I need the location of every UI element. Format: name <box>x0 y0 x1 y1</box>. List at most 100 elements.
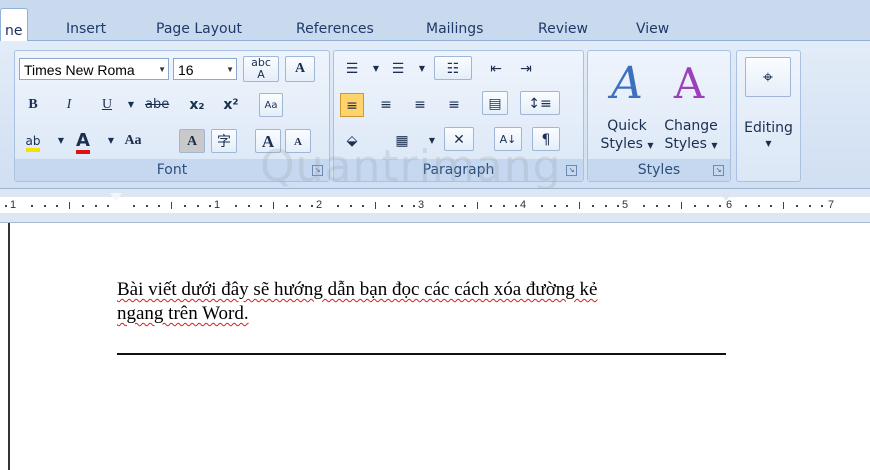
ruler-tick <box>553 205 556 207</box>
chevron-down-icon[interactable]: ▼ <box>99 129 123 153</box>
chevron-down-icon[interactable]: ▼ <box>364 57 388 81</box>
italic-button[interactable]: I <box>57 93 81 117</box>
document-body[interactable]: Bài viết dưới đây sẽ hướng dẫn bạn đọc c… <box>117 278 737 326</box>
ruler-tick <box>489 205 492 207</box>
ruler-number: 7 <box>828 199 835 211</box>
ruler-tick <box>808 205 811 207</box>
align-center-icon[interactable]: ≡ <box>374 93 398 117</box>
ruler-tick <box>30 205 33 207</box>
ruler-number: 3 <box>418 199 425 211</box>
change-styles-label-2[interactable]: Styles ▼ <box>658 135 724 153</box>
ruler-tick <box>540 205 543 207</box>
font-name-combo[interactable]: Times New Roma ▼ <box>19 58 169 80</box>
character-border-button[interactable]: A <box>285 56 315 82</box>
ruler-tick <box>349 205 352 207</box>
ruler-tick <box>438 205 441 207</box>
ruler-tick <box>43 205 46 207</box>
first-line-indent-marker[interactable] <box>110 193 122 201</box>
bullets-icon[interactable]: ☰ <box>340 57 364 81</box>
ruler-tick <box>642 205 645 207</box>
document-page[interactable] <box>8 223 870 470</box>
dialog-launcher-icon[interactable]: ↘ <box>566 165 577 176</box>
subscript-button[interactable]: x₂ <box>185 93 209 117</box>
chevron-down-icon: ▼ <box>647 141 654 150</box>
chevron-down-icon[interactable]: ▼ <box>158 59 166 81</box>
chevron-down-icon[interactable]: ▼ <box>737 137 800 151</box>
tab-home[interactable]: ne <box>0 8 28 41</box>
chevron-down-icon: ▼ <box>711 141 718 150</box>
ruler-tick <box>69 202 70 209</box>
increase-indent-icon[interactable]: ⇥ <box>514 57 538 81</box>
ruler-tick <box>464 205 467 207</box>
line-spacing-icon[interactable]: ↕≡ <box>520 91 560 115</box>
align-right-icon[interactable]: ≡ <box>408 93 432 117</box>
horizontal-line[interactable] <box>117 353 726 355</box>
quick-styles-label-2[interactable]: Styles ▼ <box>596 135 658 153</box>
ruler-number: 2 <box>316 199 323 211</box>
chevron-down-icon[interactable]: ▼ <box>49 129 73 153</box>
find-binoculars-icon[interactable]: ⌖ <box>745 57 791 97</box>
clear-formatting-button[interactable]: abc A <box>243 56 279 82</box>
ruler-tick <box>171 202 172 209</box>
chevron-down-icon[interactable]: ▼ <box>410 57 434 81</box>
tab-page-layout[interactable]: Page Layout <box>156 21 242 37</box>
tab-view[interactable]: View <box>636 21 669 37</box>
font-color-button[interactable]: A <box>71 129 95 154</box>
font-size-combo[interactable]: 16 ▼ <box>173 58 237 80</box>
change-styles-button[interactable]: Change <box>658 117 724 135</box>
document-line-2: ngang trên Word. <box>117 303 249 324</box>
ruler-tick <box>387 205 390 207</box>
chevron-down-icon[interactable]: ▼ <box>119 93 143 117</box>
editing-button[interactable]: Editing <box>737 119 800 137</box>
ruler-tick <box>693 205 696 207</box>
ruler-tick <box>668 205 671 207</box>
quick-styles-button[interactable]: Quick <box>596 117 658 135</box>
ruler-tick <box>783 202 784 209</box>
ruler-tick <box>298 205 301 207</box>
justify-icon[interactable]: ≡ <box>442 93 466 117</box>
numbering-icon[interactable]: ☰ <box>386 57 410 81</box>
bold-button[interactable]: B <box>21 93 45 117</box>
ruler-tick <box>655 205 658 207</box>
multilevel-list-icon[interactable]: ☷ <box>434 56 472 80</box>
ruler-tick <box>821 205 824 207</box>
align-left-icon[interactable]: ≡ <box>340 93 364 117</box>
ruler-tick <box>336 205 339 207</box>
change-styles-icon[interactable]: A <box>664 55 714 115</box>
styles-group: A A Quick Styles ▼ Change Styles ▼ Style… <box>587 50 731 182</box>
tab-insert[interactable]: Insert <box>66 21 106 37</box>
dialog-launcher-icon[interactable]: ↘ <box>713 165 724 176</box>
horizontal-ruler[interactable]: 1 1 2 3 4 5 6 7 <box>0 189 870 223</box>
superscript-button[interactable]: x² <box>219 93 243 117</box>
ruler-number: 5 <box>622 199 629 211</box>
highlight-button[interactable]: ab <box>21 129 45 153</box>
tab-review[interactable]: Review <box>538 21 588 37</box>
ribbon: Times New Roma ▼ 16 ▼ abc A A B I U ▼ abe… <box>0 41 870 192</box>
font-size-value: 16 <box>178 62 194 78</box>
ruler-tick <box>132 205 135 207</box>
ruler-tick <box>413 205 416 207</box>
chevron-down-icon[interactable]: ▼ <box>226 59 234 81</box>
strikethrough-button[interactable]: abe <box>145 93 169 117</box>
clear-format-icon[interactable]: Aa <box>259 93 283 117</box>
ruler-tick <box>260 205 263 207</box>
ruler-tick <box>311 205 314 207</box>
ruler-tick <box>566 205 569 207</box>
tab-mailings[interactable]: Mailings <box>426 21 483 37</box>
ruler-strip <box>0 197 870 213</box>
change-case-button[interactable]: Aa <box>121 129 145 153</box>
tab-references[interactable]: References <box>296 21 374 37</box>
ruler-tick <box>477 202 478 209</box>
decrease-indent-icon[interactable]: ⇤ <box>484 57 508 81</box>
quick-styles-icon[interactable]: A <box>602 55 652 115</box>
editing-group: ⌖ Editing ▼ <box>736 50 801 182</box>
ruler-number: 4 <box>520 199 527 211</box>
character-shading-button[interactable]: A <box>179 129 205 153</box>
distributed-icon[interactable]: ▤ <box>482 91 508 115</box>
watermark-logo: Quantrimang <box>260 141 562 192</box>
enclose-characters-button[interactable]: 字 <box>211 129 237 153</box>
ruler-tick <box>579 202 580 209</box>
underline-button[interactable]: U <box>95 93 119 117</box>
change-styles-text: Styles <box>664 136 707 152</box>
ruler-tick <box>706 205 709 207</box>
